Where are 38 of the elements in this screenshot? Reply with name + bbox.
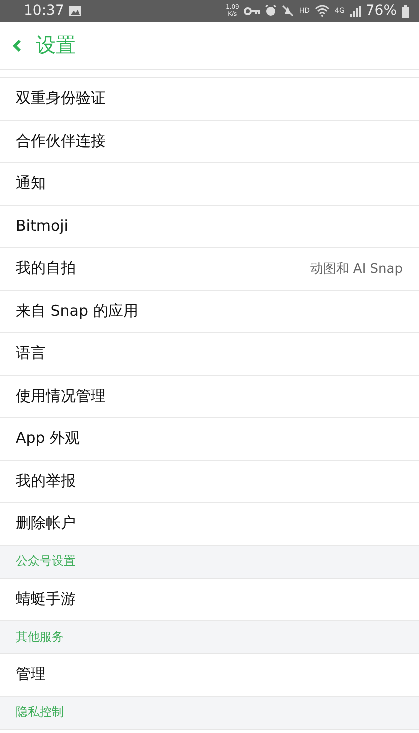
mute-icon — [282, 5, 294, 17]
signal-icon — [350, 6, 361, 16]
battery-percent: 76% — [366, 3, 397, 19]
item-label: 通知 — [16, 174, 46, 194]
item-label: 双重身份验证 — [16, 89, 106, 108]
item-label: 蜻蜓手游 — [16, 590, 76, 609]
settings-item[interactable]: 通知 — [0, 163, 419, 206]
settings-item[interactable]: 我的自拍 动图和 AI Snap — [0, 248, 419, 290]
settings-item[interactable]: 语言 — [0, 333, 419, 376]
section-title: 隐私控制 — [16, 704, 64, 721]
image-icon — [69, 6, 82, 16]
settings-item[interactable]: 来自 Snap 的应用 — [0, 290, 419, 333]
item-label: 删除帐户 — [16, 514, 76, 534]
back-icon[interactable] — [12, 38, 22, 52]
item-label: Bitmoji — [16, 217, 68, 236]
battery-icon — [402, 4, 409, 18]
settings-item[interactable]: 双重身份验证 — [0, 78, 419, 120]
item-label: 管理 — [16, 665, 46, 684]
item-label: App 外观 — [16, 429, 80, 448]
settings-item[interactable]: 我的举报 — [0, 460, 419, 503]
settings-item[interactable]: App 外观 — [0, 418, 419, 460]
item-value: 动图和 AI Snap — [310, 260, 403, 278]
settings-item[interactable]: 合作伙伴连接 — [0, 120, 419, 163]
section-title: 其他服务 — [16, 628, 64, 646]
section-title: 公众号设置 — [16, 553, 76, 570]
settings-item[interactable]: 使用情况管理 — [0, 376, 419, 418]
page-title: 设置 — [36, 32, 76, 59]
settings-item[interactable]: Bitmoji — [0, 206, 419, 248]
item-label: 我的举报 — [16, 472, 76, 491]
item-label: 我的自拍 — [16, 259, 76, 278]
clock-time: 10:37 — [24, 3, 64, 19]
key-icon — [244, 6, 260, 16]
item-label: 来自 Snap 的应用 — [16, 302, 138, 321]
item-label: 语言 — [16, 344, 46, 364]
wifi-icon — [314, 5, 330, 17]
item-label: 合作伙伴连接 — [16, 132, 106, 151]
item-label: 使用情况管理 — [16, 386, 106, 406]
alarm-icon — [265, 5, 278, 17]
